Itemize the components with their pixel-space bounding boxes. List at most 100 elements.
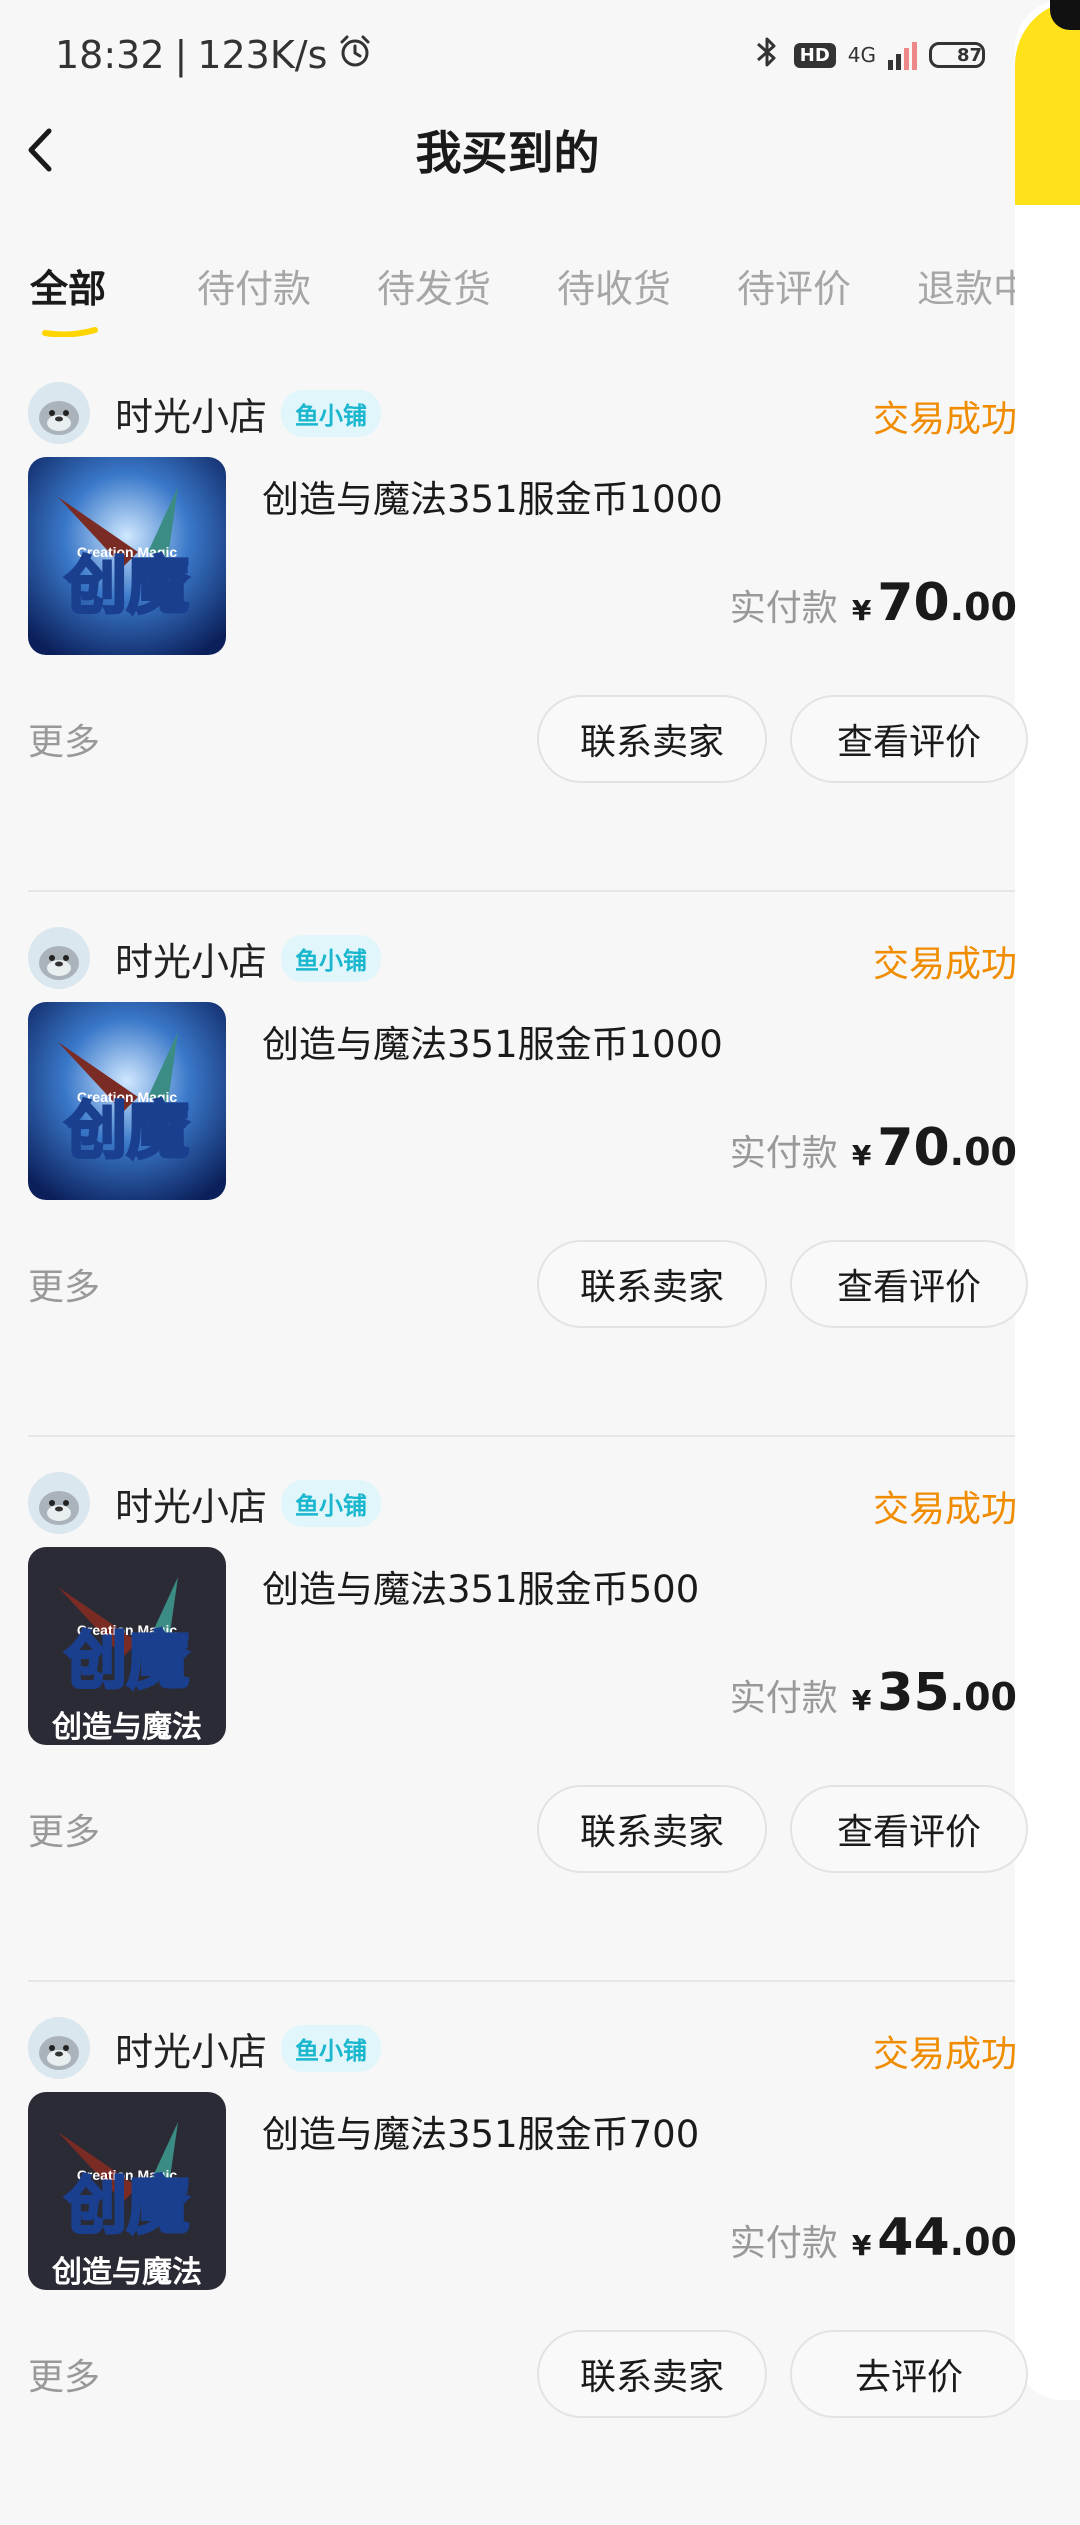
seal-avatar-icon	[28, 382, 90, 444]
order-card[interactable]: 时光小店 鱼小铺 交易成功 Creation Magic 创魔 创造与魔法 创造…	[0, 1435, 1028, 1980]
price-label: 实付款	[729, 2223, 838, 2264]
shop-avatar[interactable]	[28, 927, 90, 989]
tab-pending-receipt[interactable]: 待收货	[557, 258, 671, 313]
game-logo-image: Creation Magic 创魔 创造与魔法	[28, 1547, 226, 1745]
more-button[interactable]: 更多	[28, 1803, 100, 1855]
back-button[interactable]	[18, 128, 62, 172]
status-bar: 18:32 | 123K/s HD 4G 87	[0, 0, 1015, 110]
tab-refunding[interactable]: 退款中	[917, 258, 1015, 313]
more-button[interactable]: 更多	[28, 1258, 100, 1310]
order-status: 交易成功	[872, 2034, 1017, 2075]
network-type: 4G	[847, 43, 876, 67]
product-title[interactable]: 创造与魔法351服金币1000	[262, 1014, 723, 1068]
product-thumbnail[interactable]: Creation Magic 创魔 创造与魔法	[28, 2092, 226, 2290]
price-currency: ¥	[851, 594, 872, 627]
seal-avatar-icon	[28, 1472, 90, 1534]
signal-icon	[888, 40, 917, 70]
order-card[interactable]: 时光小店 鱼小铺 交易成功 Creation Magic 创魔 创造与魔法 创造…	[0, 1980, 1028, 2525]
shop-badge: 鱼小铺	[281, 934, 382, 982]
tab-pending-review[interactable]: 待评价	[737, 258, 851, 313]
price-currency: ¥	[851, 1139, 872, 1172]
tab-label: 待发货	[377, 267, 492, 311]
game-logo-image: Creation Magic 创魔 创造与魔法	[28, 2092, 226, 2290]
thumb-caption: 创造与魔法	[51, 1710, 202, 1745]
logo-title: 创魔	[65, 2169, 189, 2242]
review-button[interactable]: 去评价	[790, 2330, 1028, 2418]
floating-bubble-yellow[interactable]	[1015, 0, 1080, 205]
shop-name[interactable]: 时光小店	[115, 931, 267, 986]
contact-seller-button[interactable]: 联系卖家	[537, 2330, 767, 2418]
shop-avatar[interactable]	[28, 1472, 90, 1534]
status-separator: |	[174, 33, 188, 77]
order-card[interactable]: 时光小店 鱼小铺 交易成功 Creation Magic 创魔 创造与魔法351…	[0, 890, 1028, 1435]
order-status: 交易成功	[872, 944, 1017, 985]
hd-icon: HD	[793, 42, 836, 68]
shop-badge: 鱼小铺	[281, 389, 382, 437]
more-button[interactable]: 更多	[28, 713, 100, 765]
shop-name[interactable]: 时光小店	[115, 1476, 267, 1531]
review-button[interactable]: 查看评价	[790, 1240, 1028, 1328]
tab-label: 待评价	[737, 267, 852, 311]
shop-avatar[interactable]	[28, 2017, 90, 2079]
shop-name[interactable]: 时光小店	[115, 386, 267, 441]
shop-row[interactable]: 时光小店 鱼小铺	[28, 2015, 382, 2081]
logo-title: 创魔	[65, 549, 189, 622]
game-logo-image: Creation Magic 创魔	[28, 1002, 226, 1200]
page-title: 我买到的	[415, 126, 600, 180]
shop-row[interactable]: 时光小店 鱼小铺	[28, 925, 382, 991]
card-divider	[28, 890, 1015, 892]
price-label: 实付款	[729, 1678, 838, 1719]
card-divider	[28, 1435, 1015, 1437]
more-button[interactable]: 更多	[28, 2348, 100, 2400]
shop-row[interactable]: 时光小店 鱼小铺	[28, 380, 382, 446]
product-title[interactable]: 创造与魔法351服金币700	[262, 2104, 699, 2158]
floating-panel-edge[interactable]	[1015, 0, 1080, 2400]
contact-seller-button[interactable]: 联系卖家	[537, 1785, 767, 1873]
shop-name[interactable]: 时光小店	[115, 2021, 267, 2076]
product-title[interactable]: 创造与魔法351服金币500	[262, 1559, 699, 1613]
contact-seller-button[interactable]: 联系卖家	[537, 1240, 767, 1328]
tab-label: 全部	[30, 267, 107, 311]
price-integer: 70	[877, 573, 950, 633]
battery-icon: 87	[929, 42, 985, 68]
logo-title: 创魔	[65, 1624, 189, 1697]
price-row: 实付款 ¥ 44 .00	[730, 2208, 1017, 2268]
order-card[interactable]: 时光小店 鱼小铺 交易成功 Creation Magic 创魔 创造与魔法351…	[0, 345, 1028, 890]
shop-badge: 鱼小铺	[281, 1479, 382, 1527]
product-title[interactable]: 创造与魔法351服金币1000	[262, 469, 723, 523]
tab-label: 待付款	[197, 267, 312, 311]
price-decimal: .00	[949, 1130, 1017, 1174]
order-tabs: 全部 待付款 待发货 待收货 待评价 退款中	[0, 240, 1015, 340]
price-decimal: .00	[949, 585, 1017, 629]
status-net-speed: 123K/s	[197, 33, 328, 77]
product-thumbnail[interactable]: Creation Magic 创魔	[28, 457, 226, 655]
tab-label: 退款中	[917, 267, 1015, 311]
tab-all[interactable]: 全部	[30, 258, 107, 337]
bluetooth-icon	[752, 34, 782, 77]
price-label: 实付款	[729, 588, 838, 629]
price-row: 实付款 ¥ 70 .00	[730, 1118, 1017, 1178]
review-button[interactable]: 查看评价	[790, 695, 1028, 783]
price-integer: 70	[877, 1118, 950, 1178]
price-integer: 35	[877, 1663, 950, 1723]
tab-pending-payment[interactable]: 待付款	[197, 258, 311, 313]
thumb-caption: 创造与魔法	[51, 2255, 202, 2290]
product-thumbnail[interactable]: Creation Magic 创魔	[28, 1002, 226, 1200]
logo-title: 创魔	[65, 1094, 189, 1167]
product-thumbnail[interactable]: Creation Magic 创魔 创造与魔法	[28, 1547, 226, 1745]
chevron-left-icon	[28, 128, 52, 172]
order-status: 交易成功	[872, 1489, 1017, 1530]
seal-avatar-icon	[28, 2017, 90, 2079]
alarm-icon	[337, 33, 373, 78]
status-time: 18:32	[55, 33, 165, 77]
status-left: 18:32 | 123K/s	[55, 33, 373, 78]
card-divider	[28, 1980, 1015, 1982]
shop-avatar[interactable]	[28, 382, 90, 444]
contact-seller-button[interactable]: 联系卖家	[537, 695, 767, 783]
tab-pending-shipment[interactable]: 待发货	[377, 258, 491, 313]
price-row: 实付款 ¥ 35 .00	[730, 1663, 1017, 1723]
shop-row[interactable]: 时光小店 鱼小铺	[28, 1470, 382, 1536]
review-button[interactable]: 查看评价	[790, 1785, 1028, 1873]
status-right: HD 4G 87	[752, 34, 985, 77]
price-integer: 44	[877, 2208, 950, 2268]
